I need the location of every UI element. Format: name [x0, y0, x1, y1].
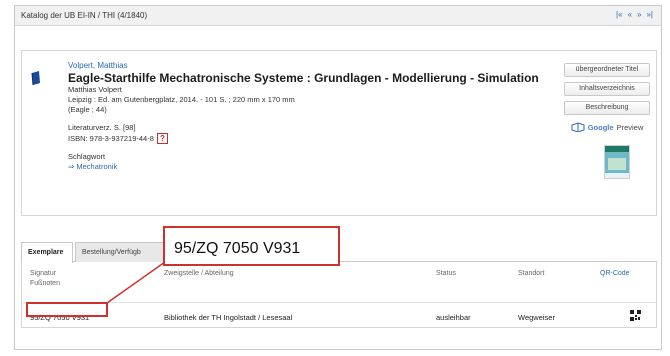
header-branch: Zweigstelle / Abteilung	[164, 270, 234, 277]
tab-exemplare[interactable]: Exemplare	[21, 242, 73, 263]
header-location: Standort	[518, 270, 545, 277]
record-actions: übergeordneter Titel Inhaltsverzeichnis …	[564, 63, 650, 134]
preview-label: Preview	[616, 122, 644, 132]
parent-title-button[interactable]: übergeordneter Titel	[564, 63, 650, 77]
author-link[interactable]: Volpert, Matthias	[68, 61, 539, 71]
book-icon	[31, 71, 40, 85]
header-status: Status	[436, 270, 456, 277]
help-icon[interactable]: ?	[156, 133, 168, 144]
description-button[interactable]: Beschreibung	[564, 101, 650, 115]
next-page-button[interactable]: »	[637, 10, 641, 19]
catalog-panel: Katalog der UB EI-IN / THI (4/1840) |« «…	[14, 5, 662, 350]
header-qr-code: QR-Code	[600, 270, 630, 277]
statement-of-responsibility: Matthias Volpert	[68, 85, 122, 94]
imprint: Leipzig : Ed. am Gutenbergplatz, 2014. -…	[68, 95, 295, 104]
record-metadata: Volpert, Matthias Eagle-Starthilfe Mecha…	[68, 61, 539, 172]
book-preview-icon	[571, 122, 585, 132]
cell-branch: Bibliothek der TH Ingolstadt / Lesesaal	[164, 313, 293, 322]
cell-location-link[interactable]: Wegweiser	[518, 313, 555, 322]
record-title: Eagle-Starthilfe Mechatronische Systeme …	[68, 71, 539, 85]
notes: Literaturverz. S. [98]	[68, 123, 136, 132]
prev-page-button[interactable]: «	[628, 10, 632, 19]
book-cover-thumbnail[interactable]	[604, 145, 630, 179]
catalog-title: Katalog der UB EI-IN / THI (4/1840)	[21, 11, 148, 20]
isbn: ISBN: 978-3-937219-44-8	[68, 133, 154, 143]
first-page-button[interactable]: |«	[616, 10, 623, 19]
isbn-row: ISBN: 978-3-937219-44-8 ?	[68, 133, 539, 144]
series: (Eagle ; 44)	[68, 105, 107, 114]
pager: |« « » »|	[616, 10, 653, 19]
subject-label: Schlagwort	[68, 152, 106, 161]
cell-status: ausleihbar	[436, 313, 471, 322]
last-page-button[interactable]: »|	[646, 10, 653, 19]
catalog-header: Katalog der UB EI-IN / THI (4/1840) |« «…	[15, 6, 661, 26]
header-signature: Signatur Fußnoten	[30, 270, 60, 287]
callout-text: 95/ZQ 7050 V931	[174, 240, 301, 257]
tab-bestellung[interactable]: Bestellung/Verfügb	[75, 242, 171, 262]
google-preview-button[interactable]: Google Preview	[564, 120, 650, 134]
record-card: Volpert, Matthias Eagle-Starthilfe Mecha…	[21, 50, 657, 216]
signature-highlight-box	[26, 302, 108, 317]
google-logo: Google	[587, 122, 614, 132]
subject-link[interactable]: ⇒ Mechatronik	[68, 162, 539, 172]
toc-button[interactable]: Inhaltsverzeichnis	[564, 82, 650, 96]
qr-code-icon[interactable]	[630, 310, 641, 321]
holdings-table: Signatur Fußnoten Zweigstelle / Abteilun…	[21, 262, 657, 328]
signature-callout: 95/ZQ 7050 V931	[163, 226, 340, 266]
